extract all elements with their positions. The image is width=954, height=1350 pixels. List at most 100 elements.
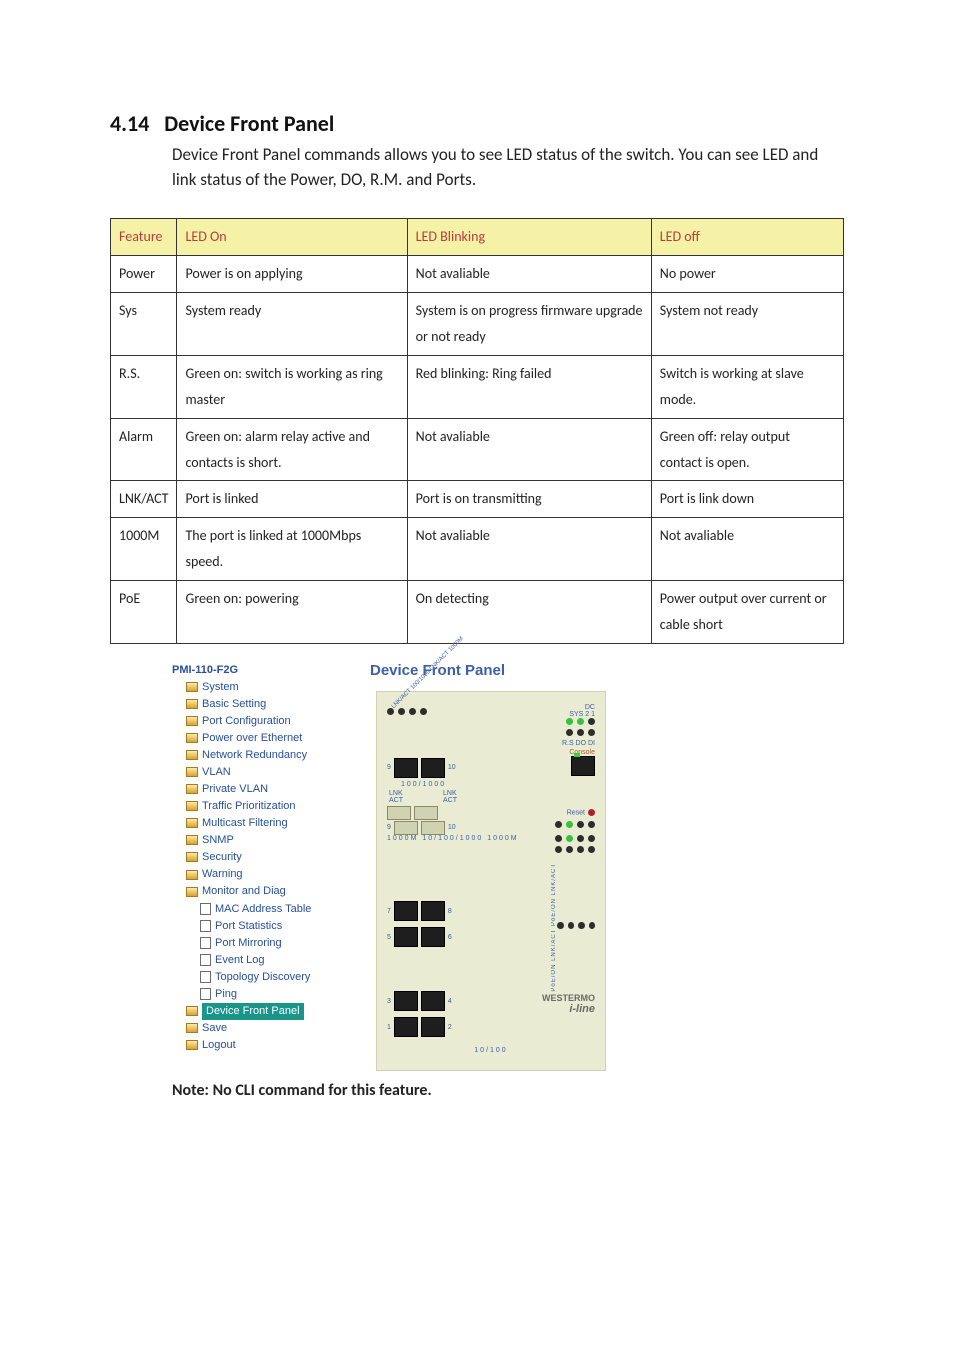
cell-off: No power <box>651 256 843 293</box>
nav-item-traffic-prioritization[interactable]: Traffic Prioritization <box>172 798 350 815</box>
nav-item-system[interactable]: System <box>172 679 350 696</box>
nav-item-device-front-panel[interactable]: Device Front Panel <box>172 1003 350 1020</box>
led-icon <box>555 821 562 828</box>
port-icon <box>421 758 445 778</box>
led-icon <box>420 708 427 715</box>
document-page: 4.14 Device Front Panel Device Front Pan… <box>0 0 954 1350</box>
cell-blink: Not avaliable <box>407 418 651 481</box>
nav-item-private-vlan[interactable]: Private VLAN <box>172 781 350 798</box>
cell-blink: System is on progress firmware upgrade o… <box>407 293 651 356</box>
port-icon <box>421 927 445 947</box>
nav-item-topology-discovery[interactable]: Topology Discovery <box>172 969 350 986</box>
nav-item-security[interactable]: Security <box>172 849 350 866</box>
table-row: LNK/ACT Port is linked Port is on transm… <box>111 481 844 518</box>
cell-on: System ready <box>177 293 407 356</box>
bottom-label: 10/100 <box>387 1047 595 1054</box>
sys21-label: SYS 2 1 <box>562 711 595 718</box>
table-row: Alarm Green on: alarm relay active and c… <box>111 418 844 481</box>
cell-off: Not avaliable <box>651 518 843 581</box>
col-led-blink: LED Blinking <box>407 219 651 256</box>
port-label: 10 <box>448 764 456 771</box>
cell-feature: Power <box>111 256 177 293</box>
nav-item-snmp[interactable]: SNMP <box>172 832 350 849</box>
led-icon <box>577 821 584 828</box>
nav-tree: PMI-110-F2G System Basic Setting Port Co… <box>172 662 350 1072</box>
dc-led-group: DC SYS 2 1 R.S DO DI <box>562 704 595 747</box>
port-icon <box>394 758 418 778</box>
led-icon <box>588 821 595 828</box>
sfp-icon <box>421 821 445 835</box>
table-row: 1000M The port is linked at 1000Mbps spe… <box>111 518 844 581</box>
nav-item-port-configuration[interactable]: Port Configuration <box>172 713 350 730</box>
nav-item-multicast-filtering[interactable]: Multicast Filtering <box>172 815 350 832</box>
nav-item-port-statistics[interactable]: Port Statistics <box>172 918 350 935</box>
device-panel-container: Device Front Panel LNK/ACT 100/1000 LNK/… <box>370 662 650 1072</box>
led-status-table: Feature LED On LED Blinking LED off Powe… <box>110 218 844 644</box>
nav-item-port-mirroring[interactable]: Port Mirroring <box>172 935 350 952</box>
led-icon <box>566 835 573 842</box>
nav-item-ping[interactable]: Ping <box>172 986 350 1003</box>
col-led-off: LED off <box>651 219 843 256</box>
port-icon <box>421 991 445 1011</box>
cell-on: Green on: switch is working as ring mast… <box>177 355 407 418</box>
panel-title: Device Front Panel <box>370 662 650 679</box>
section-heading: 4.14 Device Front Panel <box>110 110 844 137</box>
cell-on: Port is linked <box>177 481 407 518</box>
led-icon <box>555 846 562 853</box>
col-feature: Feature <box>111 219 177 256</box>
hundred-thousand-label: 100/1000 <box>401 781 595 788</box>
lnkact-label: LNK ACT <box>443 790 457 804</box>
port-label: 8 <box>448 908 452 915</box>
lnkact-row: LNK ACT LNK ACT <box>389 790 595 804</box>
nav-item-logout[interactable]: Logout <box>172 1037 350 1054</box>
nav-item-save[interactable]: Save <box>172 1020 350 1037</box>
section-number: 4.14 <box>110 110 149 137</box>
top-led-group: LNK/ACT 100/1000 LNK/ACT 1000M <box>387 704 494 747</box>
led-icon <box>577 718 584 725</box>
nav-root[interactable]: PMI-110-F2G <box>172 662 350 679</box>
port-icon <box>394 927 418 947</box>
brand-label: WESTERMO <box>542 993 595 1003</box>
sfp-labels: 1000M 10/100/1000 1000M <box>387 835 519 846</box>
section-intro-text: Device Front Panel commands allows you t… <box>172 143 844 192</box>
dc-label: DC <box>562 704 595 711</box>
cell-off: System not ready <box>651 293 843 356</box>
nav-item-basic-setting[interactable]: Basic Setting <box>172 696 350 713</box>
led-icon <box>566 821 573 828</box>
cell-blink: On detecting <box>407 581 651 644</box>
nav-item-network-redundancy[interactable]: Network Redundancy <box>172 747 350 764</box>
sfp-icon <box>387 806 411 820</box>
nav-item-mac-address-table[interactable]: MAC Address Table <box>172 901 350 918</box>
note-text: Note: No CLI command for this feature. <box>172 1081 844 1100</box>
cell-feature: Alarm <box>111 418 177 481</box>
col-led-on: LED On <box>177 219 407 256</box>
console-group: Console <box>569 749 595 778</box>
nav-item-monitor-and-diag[interactable]: Monitor and Diag <box>172 883 350 900</box>
reset-label: Reset <box>567 810 585 817</box>
nav-item-warning[interactable]: Warning <box>172 866 350 883</box>
cell-blink: Red blinking: Ring failed <box>407 355 651 418</box>
nav-item-power-over-ethernet[interactable]: Power over Ethernet <box>172 730 350 747</box>
port-label: 2 <box>448 1024 452 1031</box>
led-icon <box>566 729 573 736</box>
device-panel-graphic: LNK/ACT 100/1000 LNK/ACT 1000M DC SYS 2 … <box>376 691 606 1072</box>
port-pair-5-6: 5 6 <box>387 927 551 947</box>
table-row: PoE Green on: powering On detecting Powe… <box>111 581 844 644</box>
port-icon <box>421 1017 445 1037</box>
cell-off: Green off: relay output contact is open. <box>651 418 843 481</box>
port-label: 7 <box>387 908 391 915</box>
port-label: 4 <box>448 998 452 1005</box>
cell-feature: Sys <box>111 293 177 356</box>
nav-item-vlan[interactable]: VLAN <box>172 764 350 781</box>
led-icon <box>588 835 595 842</box>
port-label: 10 <box>448 824 456 831</box>
led-icon <box>566 846 573 853</box>
cell-on: Power is on applying <box>177 256 407 293</box>
port-pair-9-10b: 9 10 <box>387 821 456 835</box>
table-row: R.S. Green on: switch is working as ring… <box>111 355 844 418</box>
led-icon <box>588 846 595 853</box>
nav-item-event-log[interactable]: Event Log <box>172 952 350 969</box>
cell-feature: 1000M <box>111 518 177 581</box>
led-icon <box>578 922 585 929</box>
port-icon <box>394 1017 418 1037</box>
